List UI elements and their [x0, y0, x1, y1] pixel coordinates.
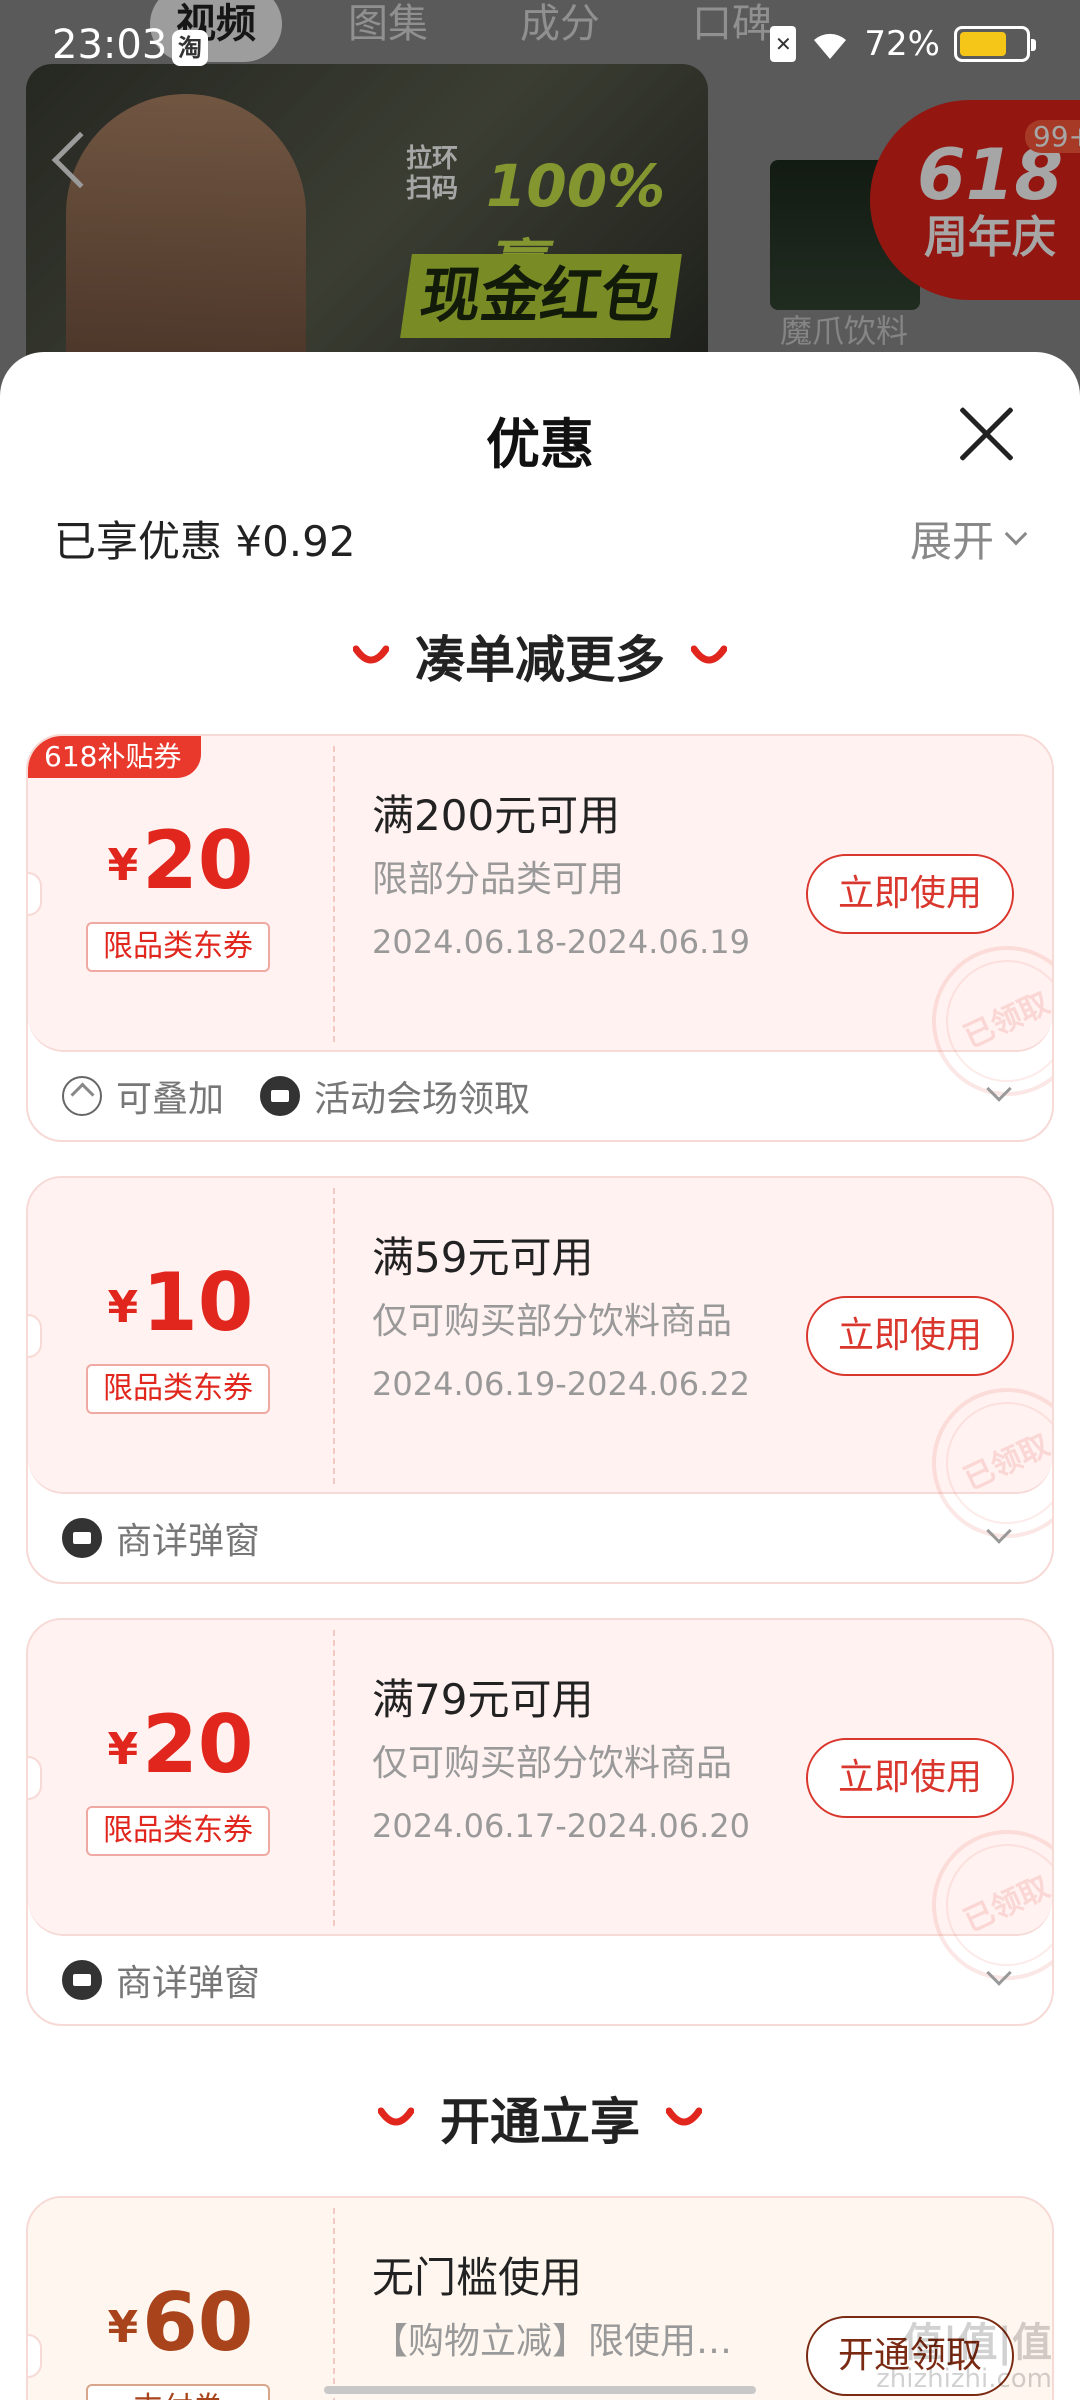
- coupon-footer[interactable]: 商详弹窗: [28, 1936, 1052, 2024]
- discount-sheet: 优惠 已享优惠 ¥0.92 展开 凑单减更多 618补贴券 ¥20 限品类东券 …: [0, 352, 1080, 2400]
- home-indicator[interactable]: [324, 2386, 756, 2394]
- coupon-amount: ¥20: [28, 1698, 333, 1791]
- coupon-scope: 仅可购买部分饮料商品: [372, 1301, 733, 1342]
- coupon-value-area: ¥60 支付券: [28, 2198, 333, 2400]
- battery-icon: [954, 26, 1036, 62]
- status-right: ✕ 72%: [770, 24, 1036, 64]
- footer-label: 商详弹窗: [116, 1963, 261, 2004]
- smile-decoration-icon: [378, 2107, 414, 2126]
- chevron-down-icon[interactable]: [986, 1518, 1012, 1544]
- coupon-card: 618补贴券 ¥20 限品类东券 满200元可用 限部分品类可用 2024.06…: [26, 734, 1054, 1142]
- currency-symbol: ¥: [107, 2302, 139, 2353]
- dashed-divider: [333, 1188, 335, 1484]
- dashed-divider: [333, 2208, 335, 2400]
- section-title: 开通立享: [0, 2082, 1080, 2154]
- subsidy-tag: 618补贴券: [28, 736, 202, 778]
- coupon-value-area: ¥20 限品类东券: [28, 736, 333, 1050]
- coupon-info: 满59元可用 仅可购买部分饮料商品 2024.06.19-2024.06.22: [372, 1230, 750, 1408]
- section-title-text: 开通立享: [440, 2093, 640, 2151]
- use-now-button[interactable]: 立即使用: [806, 854, 1014, 934]
- amount-value: 10: [142, 1256, 254, 1349]
- ticket-icon: [62, 1518, 102, 1558]
- battery-fill: [960, 32, 1007, 56]
- amount-value: 20: [142, 814, 254, 907]
- dashed-divider: [333, 1630, 335, 1926]
- currency-symbol: ¥: [107, 1724, 139, 1775]
- coupon-footer[interactable]: 可叠加 活动会场领取: [28, 1052, 1052, 1140]
- section-title-text: 凑单减更多: [415, 631, 665, 689]
- coupon-dates: 2024.06.18-2024.06.19: [372, 923, 750, 961]
- coupon-scope: 【购物立减】限使用…: [372, 2321, 733, 2362]
- watermark-logo: 值|值|值: [902, 2320, 1052, 2366]
- amount-value: 60: [142, 2276, 254, 2369]
- taobao-notification-icon: 淘: [172, 30, 208, 66]
- chevron-down-icon[interactable]: [986, 1960, 1012, 1986]
- battery-percent: 72%: [864, 24, 940, 64]
- ticket-icon: [260, 1076, 301, 1116]
- coupon-info: 满200元可用 限部分品类可用 2024.06.18-2024.06.19: [372, 788, 750, 966]
- amount-value: 20: [142, 1698, 254, 1791]
- coupon-scope: 限部分品类可用: [372, 859, 625, 900]
- expand-label: 展开: [909, 517, 994, 566]
- coupon-type-tag: 限品类东券: [86, 1806, 270, 1856]
- coupon-card: ¥20 限品类东券 满79元可用 仅可购买部分饮料商品 2024.06.17-2…: [26, 1618, 1054, 2026]
- section-title: 凑单减更多: [0, 620, 1080, 692]
- smile-decoration-icon: [666, 2107, 702, 2126]
- coupon-condition: 无门槛使用: [372, 2253, 583, 2302]
- coupon-info: 无门槛使用 【购物立减】限使用…: [372, 2250, 732, 2366]
- coupon-card: ¥10 限品类东券 满59元可用 仅可购买部分饮料商品 2024.06.19-2…: [26, 1176, 1054, 1584]
- currency-symbol: ¥: [107, 840, 139, 891]
- coupon-amount: ¥10: [28, 1256, 333, 1349]
- coupon-scope: 仅可购买部分饮料商品: [372, 1743, 733, 1784]
- watermark-domain: zhizhizhi.com: [876, 2364, 1052, 2394]
- coupon-amount: ¥20: [28, 814, 333, 907]
- ticket-icon: [62, 1960, 102, 2000]
- stackable-info: 可叠加: [62, 1070, 224, 1122]
- coupon-dates: 2024.06.17-2024.06.20: [372, 1807, 750, 1845]
- expand-button[interactable]: 展开: [909, 508, 1028, 569]
- status-bar: 23:03 淘 ✕ 72%: [0, 0, 1080, 100]
- coupon-amount: ¥60: [28, 2276, 333, 2369]
- chevron-down-icon[interactable]: [986, 1076, 1012, 1102]
- coupon-body: 618补贴券 ¥20 限品类东券 满200元可用 限部分品类可用 2024.06…: [28, 736, 1052, 1121]
- wifi-icon: [814, 33, 847, 59]
- footer-label: 可叠加: [116, 1079, 225, 1120]
- chevron-down-icon: [1004, 522, 1028, 545]
- site-watermark: 值|值|值 zhizhizhi.com: [876, 2322, 1052, 2394]
- source-info: 商详弹窗: [62, 1954, 260, 2006]
- coupon-condition: 满200元可用: [372, 791, 621, 840]
- coupon-body: ¥10 限品类东券 满59元可用 仅可购买部分饮料商品 2024.06.19-2…: [28, 1178, 1052, 1563]
- coupon-value-area: ¥10 限品类东券: [28, 1178, 333, 1492]
- no-sim-icon: ✕: [770, 26, 797, 62]
- use-now-button[interactable]: 立即使用: [806, 1738, 1014, 1818]
- footer-label: 商详弹窗: [116, 1521, 261, 1562]
- footer-label: 活动会场领取: [314, 1079, 531, 1120]
- coupon-type-tag: 限品类东券: [86, 922, 270, 972]
- coupon-footer[interactable]: 商详弹窗: [28, 1494, 1052, 1582]
- close-icon[interactable]: [954, 402, 1018, 466]
- coupon-body: ¥20 限品类东券 满79元可用 仅可购买部分饮料商品 2024.06.17-2…: [28, 1620, 1052, 2005]
- use-now-button[interactable]: 立即使用: [806, 1296, 1014, 1376]
- enjoyed-discount: 已享优惠 ¥0.92: [54, 517, 356, 566]
- coupon-info: 满79元可用 仅可购买部分饮料商品 2024.06.17-2024.06.20: [372, 1672, 750, 1850]
- stack-icon: [62, 1076, 102, 1116]
- status-time: 23:03: [52, 22, 168, 68]
- coupon-condition: 满79元可用: [372, 1675, 594, 1724]
- source-info: 商详弹窗: [62, 1512, 260, 1564]
- coupon-type-tag: 支付券: [86, 2384, 270, 2400]
- coupon-dates: 2024.06.19-2024.06.22: [372, 1365, 750, 1403]
- source-info: 活动会场领取: [260, 1070, 530, 1122]
- coupon-condition: 满59元可用: [372, 1233, 594, 1282]
- coupon-value-area: ¥20 限品类东券: [28, 1620, 333, 1934]
- dashed-divider: [333, 746, 335, 1042]
- sheet-title: 优惠: [486, 413, 594, 476]
- currency-symbol: ¥: [107, 1282, 139, 1333]
- smile-decoration-icon: [353, 645, 389, 664]
- smile-decoration-icon: [691, 645, 727, 664]
- coupon-type-tag: 限品类东券: [86, 1364, 270, 1414]
